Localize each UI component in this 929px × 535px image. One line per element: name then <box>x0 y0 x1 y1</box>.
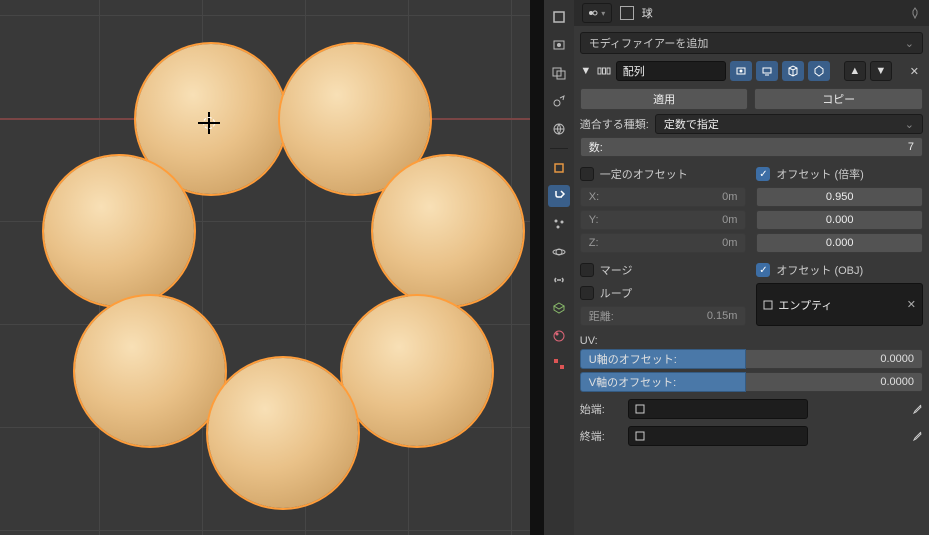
tab-texture-icon[interactable] <box>548 353 570 375</box>
uv-v-field-value[interactable]: 0.0000 <box>746 372 923 392</box>
properties-panel: ▾ 球 モディファイアーを追加 ⌄ ▼ 配列 ▲ ▼ ✕ 適用 コピー 適合する… <box>574 0 929 535</box>
end-cap-field[interactable] <box>628 426 808 446</box>
tab-modifier-icon[interactable] <box>548 185 570 207</box>
tab-constraints-icon[interactable] <box>548 269 570 291</box>
add-modifier-label: モディファイアーを追加 <box>589 35 709 51</box>
merge-label: マージ <box>600 262 633 278</box>
cursor-3d-icon <box>198 112 220 134</box>
sphere-object[interactable] <box>75 296 225 446</box>
constant-x-field[interactable]: X:0m <box>580 187 747 207</box>
render-visibility-icon[interactable] <box>730 61 752 81</box>
sphere-object[interactable] <box>373 156 523 306</box>
collapse-toggle-icon[interactable]: ▼ <box>580 65 592 77</box>
uv-u-field-value[interactable]: 0.0000 <box>746 349 923 369</box>
mesh-icon <box>635 431 645 441</box>
area-divider[interactable] <box>530 0 544 535</box>
uv-u-field-label[interactable]: U軸のオフセット: <box>580 349 746 369</box>
viewport-3d[interactable] <box>0 0 530 535</box>
relative-z-field[interactable]: 0.000 <box>756 233 923 253</box>
move-up-icon[interactable]: ▲ <box>844 61 866 81</box>
start-cap-field[interactable] <box>628 399 808 419</box>
object-name: 球 <box>642 5 653 21</box>
tab-particles-icon[interactable] <box>548 213 570 235</box>
sphere-object[interactable] <box>44 156 194 306</box>
empty-object-icon <box>763 300 773 310</box>
modifier-name-field[interactable]: 配列 <box>616 61 726 81</box>
sphere-object[interactable] <box>342 296 492 446</box>
eyedropper-icon[interactable] <box>903 430 923 442</box>
tab-material-icon[interactable] <box>548 325 570 347</box>
context-dropdown[interactable]: ▾ <box>582 3 612 23</box>
copy-button[interactable]: コピー <box>754 88 923 110</box>
object-data-icon <box>620 6 634 20</box>
object-offset-field[interactable]: エンプティ ✕ <box>756 283 923 326</box>
tab-object-icon[interactable] <box>548 157 570 179</box>
editmode-visibility-icon[interactable] <box>782 61 804 81</box>
sphere-object[interactable] <box>208 358 358 508</box>
fit-type-select[interactable]: 定数で指定⌄ <box>655 114 923 134</box>
panel-header: ▾ 球 <box>574 0 929 26</box>
relative-offset-checkbox[interactable]: ✓ <box>756 167 770 181</box>
tab-physics-icon[interactable] <box>548 241 570 263</box>
object-offset-checkbox[interactable]: ✓ <box>756 263 770 277</box>
add-modifier-dropdown[interactable]: モディファイアーを追加 ⌄ <box>580 32 923 54</box>
relative-offset-label: オフセット (倍率) <box>776 166 863 182</box>
relative-x-field[interactable]: 0.950 <box>756 187 923 207</box>
uv-section-label: UV: <box>580 335 923 347</box>
viewport-visibility-icon[interactable] <box>756 61 778 81</box>
move-down-icon[interactable]: ▼ <box>870 61 892 81</box>
clear-object-icon[interactable]: ✕ <box>907 298 916 311</box>
tab-data-icon[interactable] <box>548 297 570 319</box>
cage-visibility-icon[interactable] <box>808 61 830 81</box>
mesh-icon <box>635 404 645 414</box>
constant-y-field[interactable]: Y:0m <box>580 210 747 230</box>
count-field[interactable]: 数:7 <box>580 137 923 157</box>
tab-scene-icon[interactable] <box>548 90 570 112</box>
properties-tabs <box>544 0 574 535</box>
remove-modifier-icon[interactable]: ✕ <box>906 65 923 78</box>
relative-y-field[interactable]: 0.000 <box>756 210 923 230</box>
constant-offset-label: 一定のオフセット <box>600 166 688 182</box>
pin-icon[interactable] <box>909 7 921 19</box>
constant-z-field[interactable]: Z:0m <box>580 233 747 253</box>
merge-distance-field[interactable]: 距離:0.15m <box>580 306 747 326</box>
chevron-down-icon: ⌄ <box>905 37 914 50</box>
tab-viewlayer-icon[interactable] <box>548 62 570 84</box>
array-modifier-icon <box>596 64 612 78</box>
modifier-header: ▼ 配列 ▲ ▼ ✕ <box>580 58 923 84</box>
start-cap-label: 始端: <box>580 401 620 417</box>
tab-world-icon[interactable] <box>548 118 570 140</box>
constant-offset-checkbox[interactable] <box>580 167 594 181</box>
merge-checkbox[interactable] <box>580 263 594 277</box>
chevron-down-icon: ⌄ <box>905 118 914 131</box>
tab-render-icon[interactable] <box>548 6 570 28</box>
loop-label: ループ <box>600 285 632 301</box>
uv-v-field-label[interactable]: V軸のオフセット: <box>580 372 746 392</box>
end-cap-label: 終端: <box>580 428 620 444</box>
fit-type-label: 適合する種類: <box>580 116 649 132</box>
eyedropper-icon[interactable] <box>903 403 923 415</box>
apply-button[interactable]: 適用 <box>580 88 749 110</box>
loop-checkbox[interactable] <box>580 286 594 300</box>
object-offset-label: オフセット (OBJ) <box>776 262 863 278</box>
tab-output-icon[interactable] <box>548 34 570 56</box>
